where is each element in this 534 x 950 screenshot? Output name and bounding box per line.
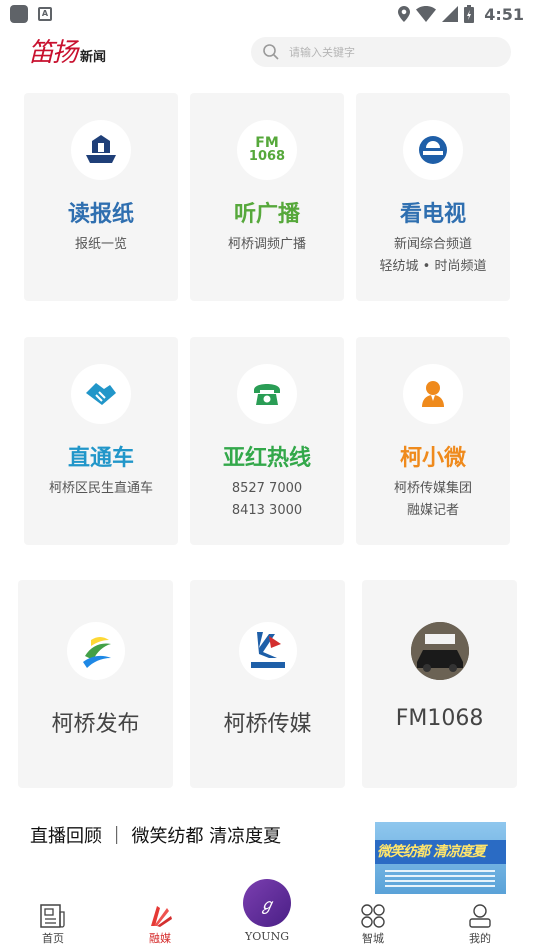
wifi-icon <box>416 6 437 22</box>
card-title: 读报纸 <box>67 202 134 227</box>
card-subtitle-2: 融媒记者 <box>406 503 459 518</box>
thumbnail-text-lines <box>385 870 495 888</box>
notification-icon <box>10 5 28 23</box>
fm-number: 1068 <box>248 149 286 164</box>
card-title: 听广播 <box>233 202 300 227</box>
young-logo-glyph: ℊ <box>258 895 275 914</box>
logo-sub-text: 新闻 <box>80 50 107 65</box>
card-subtitle: 柯桥调频广播 <box>227 237 306 252</box>
card-title: 亚红热线 <box>222 446 311 471</box>
media-title: 柯桥发布 <box>51 712 140 737</box>
fm-text: FM <box>255 135 279 151</box>
fm1068-icon: FM 1068 <box>237 120 297 180</box>
card-subtitle-2: 8413 3000 <box>231 503 303 518</box>
nav-label: 我的 <box>469 932 491 945</box>
card-read-newspaper[interactable]: 读报纸 报纸一览 <box>24 93 178 301</box>
media-title: FM1068 <box>395 706 484 731</box>
thumbnail-banner-text: 微笑纺都 清凉度夏 <box>375 840 506 864</box>
card-subtitle-2: 轻纺城 • 时尚频道 <box>379 259 487 274</box>
card-fm1068[interactable]: FM1068 <box>362 580 517 788</box>
card-hotline[interactable]: 亚红热线 8527 7000 8413 3000 <box>190 337 344 545</box>
handshake-icon <box>71 364 131 424</box>
keqiao-media-logo-icon <box>238 622 297 680</box>
battery-icon <box>464 5 475 23</box>
card-title: 柯小微 <box>399 446 466 471</box>
status-bar: A 4:51 <box>0 0 534 28</box>
telephone-icon <box>237 364 297 424</box>
app-logo[interactable]: 笛扬 新闻 <box>28 40 106 66</box>
clock: 4:51 <box>484 4 524 24</box>
card-ke-xiaowei[interactable]: 柯小微 柯桥传媒集团 融媒记者 <box>356 337 510 545</box>
card-subtitle: 报纸一览 <box>74 237 127 252</box>
card-watch-tv[interactable]: 看电视 新闻综合频道 轻纺城 • 时尚频道 <box>356 93 510 301</box>
logo-main-text: 笛扬 <box>28 38 78 68</box>
location-icon <box>398 6 411 22</box>
tv-icon <box>403 120 463 180</box>
card-subtitle: 新闻综合频道 <box>393 237 472 252</box>
card-subtitle: 柯桥区民生直通车 <box>48 481 153 496</box>
search-icon <box>263 44 279 60</box>
nav-label: 智城 <box>362 932 384 945</box>
search-placeholder: 请输入关键字 <box>289 46 355 59</box>
card-direct-train[interactable]: 直通车 柯桥区民生直通车 <box>24 337 178 545</box>
search-input[interactable]: 请输入关键字 <box>251 37 511 67</box>
home-news-icon <box>40 904 65 928</box>
young-logo-icon[interactable]: ℊ <box>243 879 291 927</box>
nav-label: YOUNG <box>245 930 289 943</box>
a-notification-icon: A <box>38 7 52 21</box>
card-listen-radio[interactable]: FM 1068 听广播 柯桥调频广播 <box>190 93 344 301</box>
media-fan-icon <box>151 906 172 927</box>
live-replay-thumbnail[interactable]: 微笑纺都 清凉度夏 <box>375 822 506 894</box>
nav-label: 首页 <box>42 932 64 945</box>
newspaper-ship-icon <box>71 120 131 180</box>
card-subtitle: 8527 7000 <box>231 481 303 496</box>
live-replay-title[interactable]: 直播回顾 ｜ 微笑纺都 清凉度夏 <box>30 822 281 848</box>
media-title: 柯桥传媒 <box>223 712 312 737</box>
reporter-icon <box>403 364 463 424</box>
card-title: 直通车 <box>67 446 134 471</box>
keqiao-release-logo-icon <box>66 622 125 680</box>
card-subtitle: 柯桥传媒集团 <box>393 481 472 496</box>
fm1068-car-logo-icon <box>410 622 469 680</box>
header: 笛扬 新闻 请输入关键字 <box>0 34 534 74</box>
card-keqiao-media[interactable]: 柯桥传媒 <box>190 580 345 788</box>
card-keqiao-release[interactable]: 柯桥发布 <box>18 580 173 788</box>
nav-label: 融媒 <box>149 932 171 945</box>
card-title: 看电视 <box>399 202 466 227</box>
signal-icon <box>442 6 459 22</box>
user-icon <box>469 904 491 928</box>
grid-apps-icon <box>361 904 385 928</box>
